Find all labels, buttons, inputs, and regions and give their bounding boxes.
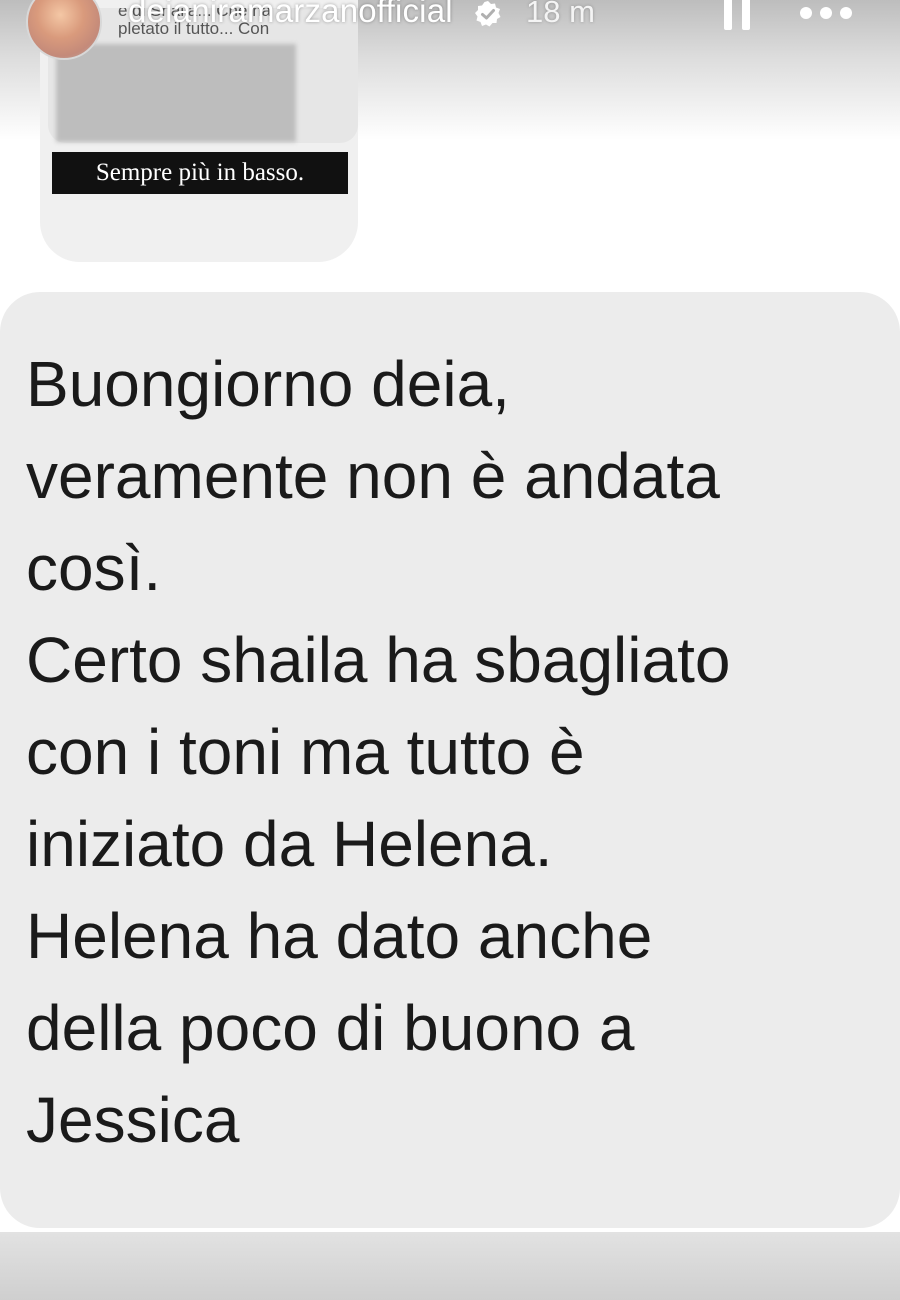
more-options-icon[interactable] [800,0,856,28]
story-time: 18 m [526,0,595,29]
pause-icon[interactable] [722,0,752,30]
quoted-story-caption: Sempre più in basso. [52,152,348,194]
verified-badge-icon [475,1,501,27]
message-text: Buongiorno deia, veramente non è andata … [26,348,731,1156]
username[interactable]: deianiramarzanofficial [128,0,453,30]
story-header: deianiramarzanofficial 18 m [0,0,900,60]
bottom-bar [0,1232,900,1300]
blurred-image [56,44,296,142]
